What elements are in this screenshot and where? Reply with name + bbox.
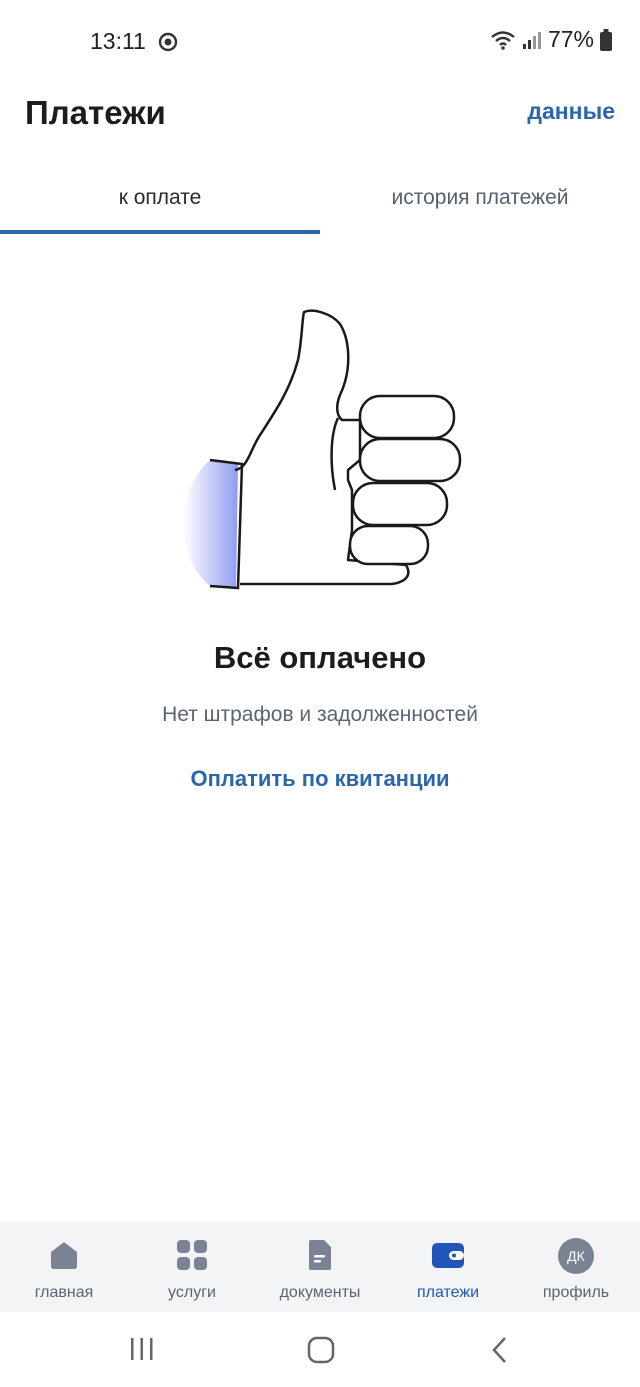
nav-item-label: платежи (416, 1284, 480, 1301)
home-button-icon[interactable] (307, 1336, 335, 1364)
signal-icon (522, 31, 541, 49)
pay-by-receipt-link-label[interactable]: Оплатить по квитанции (190, 766, 449, 791)
nav-item-home[interactable]: главная (0, 1222, 128, 1312)
nav-item-label: главная (34, 1284, 94, 1301)
grid-icon (177, 1240, 207, 1270)
nav-item-documents[interactable]: документы (256, 1222, 384, 1312)
bottom-navigation: главная услуги документы платежи ДК проф… (0, 1222, 640, 1312)
battery-percent: 77% (547, 26, 594, 52)
status-time: 13:11 (90, 28, 146, 54)
wallet-icon (432, 1243, 464, 1268)
nav-item-payments[interactable]: платежи (384, 1222, 512, 1312)
empty-state-subtitle: Нет штрафов и задолженностей (162, 703, 478, 726)
empty-state-title: Всё оплачено (213, 640, 427, 675)
page-header: Платежи данные (0, 84, 640, 148)
battery-icon (600, 28, 612, 51)
thumbs-up-icon (184, 309, 462, 590)
status-indicators: 77% (490, 26, 612, 53)
tab-to-pay[interactable]: к оплате (0, 168, 320, 234)
recent-apps-icon[interactable] (128, 1336, 156, 1362)
nav-item-label: профиль (542, 1284, 610, 1301)
camera-notification-icon (158, 32, 178, 52)
wifi-icon (491, 30, 515, 50)
nav-item-label: услуги (168, 1284, 216, 1301)
page-title: Платежи (25, 94, 166, 131)
tab-payment-history[interactable]: история платежей (320, 168, 640, 234)
back-icon[interactable] (490, 1336, 510, 1364)
document-icon (309, 1240, 331, 1270)
nav-item-services[interactable]: услуги (128, 1222, 256, 1312)
nav-item-label: документы (279, 1284, 361, 1301)
tab-bar: к оплате история платежей (0, 168, 640, 234)
nav-item-profile[interactable]: ДК профиль (512, 1222, 640, 1312)
avatar: ДК (558, 1238, 594, 1274)
status-bar: 13:11 77% (0, 0, 640, 84)
system-navigation-bar (0, 1312, 640, 1387)
pay-by-receipt-link: Оплатить по квитанции (0, 766, 640, 792)
data-link[interactable]: данные (527, 98, 615, 125)
home-icon (51, 1242, 77, 1269)
